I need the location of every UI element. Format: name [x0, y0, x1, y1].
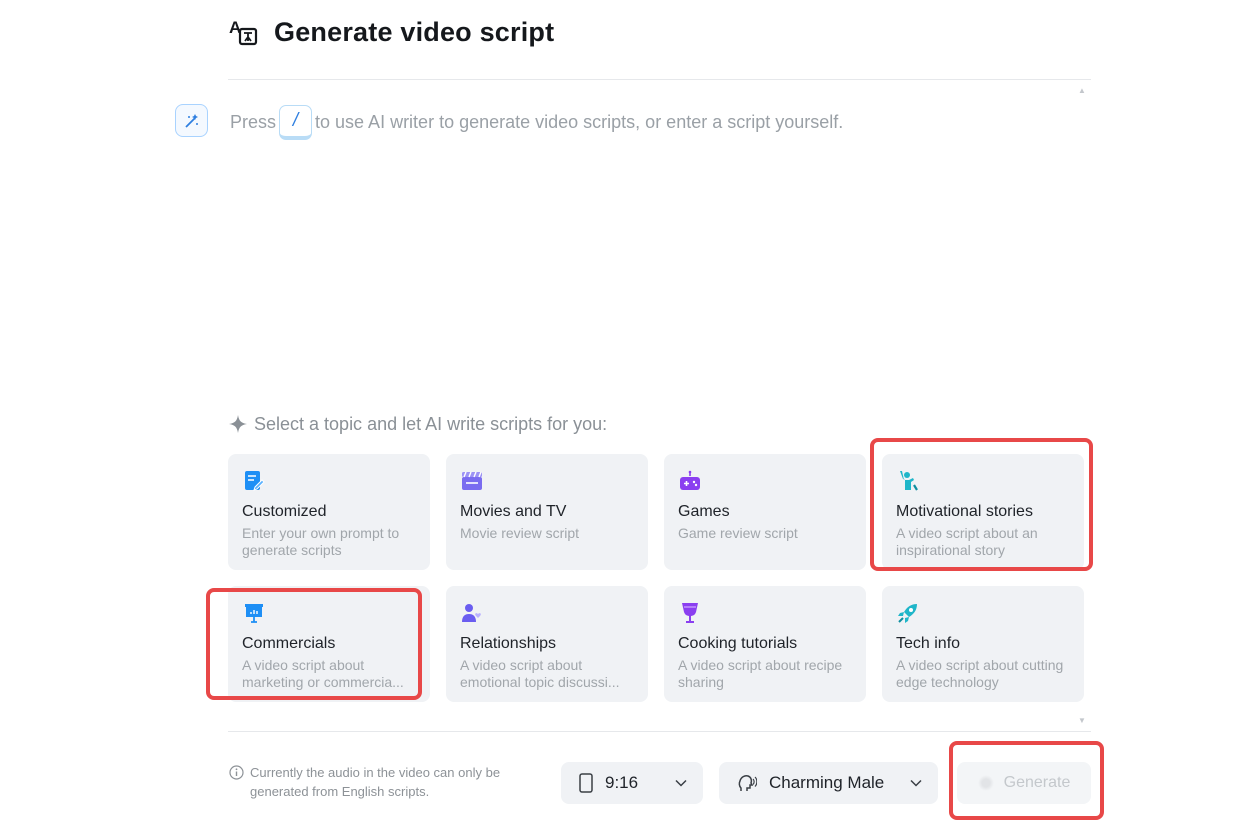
topic-title: Games — [678, 503, 730, 520]
topic-title: Relationships — [460, 635, 557, 652]
topic-section-title: Select a topic and let AI write scripts … — [228, 411, 607, 437]
voice-select[interactable]: Charming Male — [719, 762, 938, 804]
topic-title: Motivational stories — [896, 503, 1033, 520]
topic-card-motivational-stories[interactable]: Motivational stories A video script abou… — [882, 454, 1084, 570]
topic-desc: A video script about marketing or commer… — [242, 657, 404, 690]
topic-card-relationships[interactable]: Relationships A video script about emoti… — [446, 586, 648, 702]
ai-writer-button[interactable] — [175, 104, 208, 137]
topic-section-label: Select a topic and let AI write scripts … — [254, 413, 608, 434]
clapperboard-icon — [462, 471, 482, 490]
generate-button[interactable]: Generate — [957, 762, 1091, 804]
topic-desc: Movie review script — [460, 525, 580, 541]
hint-press-text: Press — [230, 111, 277, 132]
magic-wand-icon — [184, 113, 198, 128]
topic-card-movies-and-tv[interactable]: Movies and TV Movie review script — [446, 454, 648, 570]
script-editor[interactable]: Press / to use AI writer to generate vid… — [230, 104, 843, 140]
voice-head-icon — [738, 775, 757, 791]
audio-notice-text: Currently the audio in the video can onl… — [250, 765, 501, 799]
cocktail-glass-icon — [682, 603, 698, 623]
topic-card-games[interactable]: Games Game review script — [664, 454, 866, 570]
topic-title: Commercials — [242, 635, 336, 652]
sparkle-icon — [229, 415, 247, 433]
topic-desc: A video script about emotional topic dis… — [460, 657, 620, 690]
topic-desc: Enter your own prompt to generate script… — [242, 525, 400, 558]
gamepad-icon — [680, 470, 700, 490]
audio-notice: Currently the audio in the video can onl… — [229, 763, 549, 801]
bottom-divider — [228, 731, 1091, 732]
phone-portrait-icon — [579, 773, 593, 793]
page-title: Generate video script — [274, 16, 555, 47]
topic-card-cooking-tutorials[interactable]: Cooking tutorials A video script about r… — [664, 586, 866, 702]
scroll-up-arrow-icon[interactable]: ▲ — [1078, 86, 1086, 95]
topic-card-customized[interactable]: Customized Enter your own prompt to gene… — [228, 454, 430, 570]
voice-value: Charming Male — [769, 773, 885, 792]
topic-desc: Game review script — [678, 525, 798, 541]
topic-title: Movies and TV — [460, 503, 567, 520]
chevron-down-icon — [910, 779, 922, 787]
rocket-icon — [898, 604, 917, 623]
aspect-ratio-value: 9:16 — [605, 773, 639, 792]
topic-desc: A video script about cutting edge techno… — [896, 657, 1064, 690]
topic-desc: A video script about recipe sharing — [678, 657, 843, 690]
topic-grid: Customized Enter your own prompt to gene… — [228, 454, 1086, 702]
topic-title: Cooking tutorials — [678, 635, 798, 652]
person-cheer-icon — [900, 471, 918, 491]
edit-note-icon — [245, 471, 265, 491]
loading-spinner-icon — [977, 775, 994, 791]
topic-card-commercials[interactable]: Commercials A video script about marketi… — [228, 586, 430, 702]
generate-label: Generate — [1003, 774, 1071, 791]
translate-video-icon: A — [229, 18, 258, 46]
page-header: A Generate video script — [228, 14, 554, 50]
person-heart-icon — [462, 604, 481, 622]
hint-rest-text: to use AI writer to generate video scrip… — [315, 111, 844, 132]
info-icon — [229, 765, 244, 780]
scroll-down-arrow-icon[interactable]: ▼ — [1078, 716, 1086, 725]
topic-title: Tech info — [896, 635, 961, 652]
topic-desc: A video script about an inspirational st… — [896, 525, 1038, 558]
chevron-down-icon — [675, 779, 687, 787]
aspect-ratio-select[interactable]: 9:16 — [561, 762, 703, 804]
slash-key-badge: / — [279, 104, 313, 140]
top-divider — [228, 79, 1091, 80]
topic-title: Customized — [242, 503, 327, 520]
presentation-board-icon — [245, 604, 263, 623]
topic-card-tech-info[interactable]: Tech info A video script about cutting e… — [882, 586, 1084, 702]
